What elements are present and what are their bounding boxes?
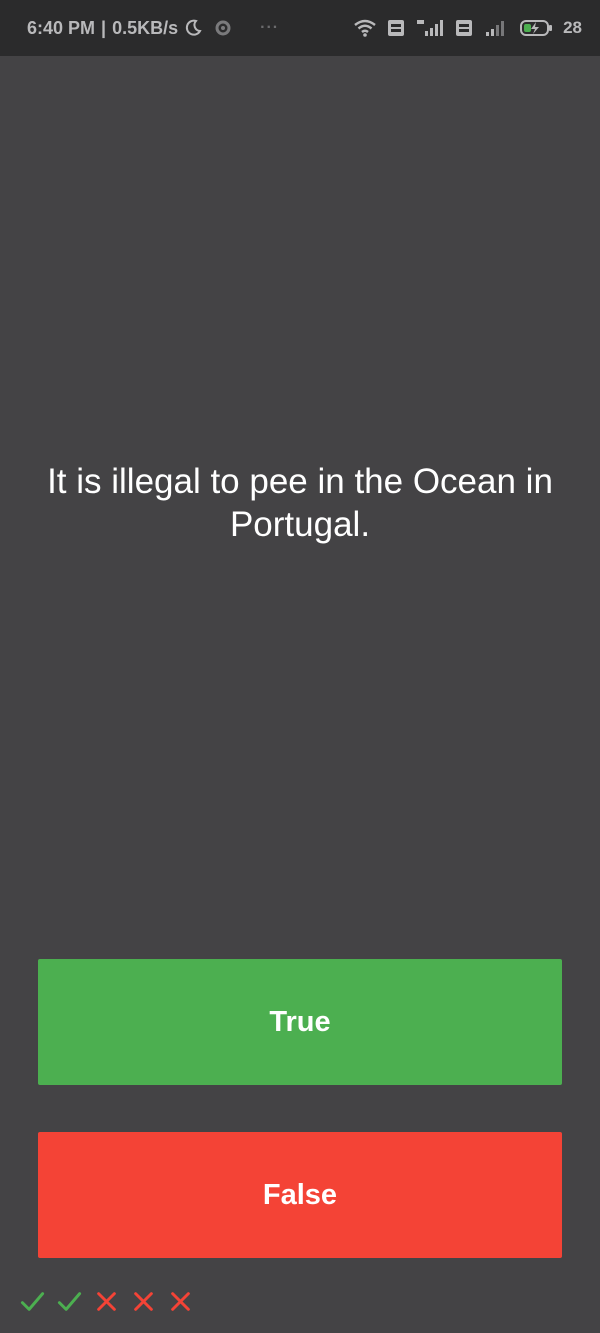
false-button-label: False: [262, 1178, 338, 1211]
true-button-label: True: [269, 1005, 331, 1038]
false-button[interactable]: False: [38, 1132, 562, 1258]
sync-icon: [214, 19, 232, 37]
battery-percent: 28: [563, 18, 582, 37]
wifi-icon: [353, 19, 377, 37]
status-separator: |: [101, 17, 107, 38]
quiz-screen: 6:40 PM | 0.5KB/s ··· 28 It is illegal t…: [0, 0, 600, 1333]
cross-icon: [134, 1291, 153, 1311]
status-net-speed: 0.5KB/s: [112, 17, 179, 38]
battery-charging-icon: [519, 18, 553, 38]
signal-4g-icon: [415, 18, 445, 38]
check-icon: [20, 1291, 45, 1311]
question-text: It is illegal to pee in the Ocean in Por…: [47, 462, 553, 544]
moon-icon: [184, 19, 202, 37]
volte-icon-2: [455, 19, 473, 37]
volte-icon: [387, 19, 405, 37]
status-right: 28: [353, 18, 582, 38]
status-left: 6:40 PM | 0.5KB/s ···: [27, 18, 353, 39]
true-button[interactable]: True: [38, 959, 562, 1085]
score-keeper: [19, 1285, 194, 1317]
status-time: 6:40 PM: [27, 17, 96, 38]
check-icon: [57, 1291, 82, 1311]
cross-icon: [171, 1291, 190, 1311]
cross-icon: [97, 1291, 116, 1311]
signal-icon-2: [483, 18, 509, 38]
status-bar: 6:40 PM | 0.5KB/s ··· 28: [0, 0, 600, 56]
status-dots: ···: [260, 19, 280, 36]
